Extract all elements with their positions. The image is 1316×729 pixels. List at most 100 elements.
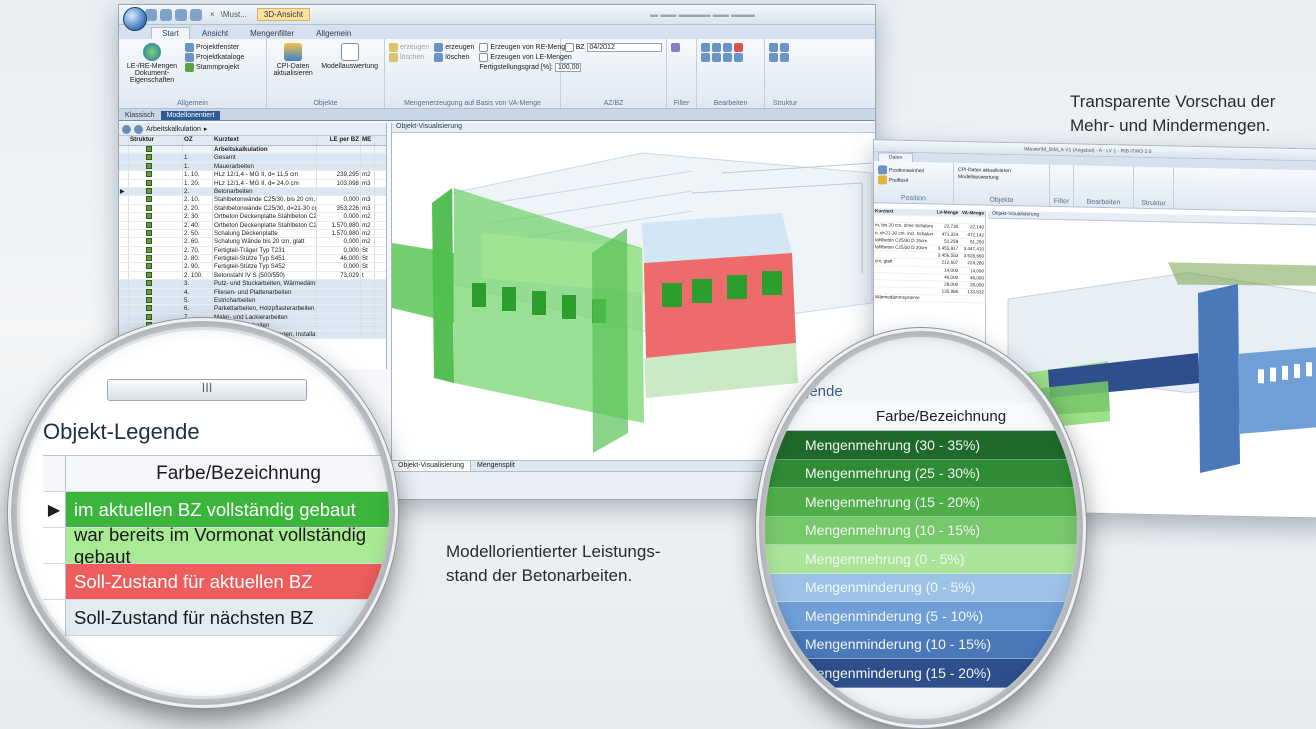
copy-icon[interactable] <box>701 43 710 52</box>
table-row[interactable]: 4. Fliesen- und Plattenarbeiten <box>119 288 386 298</box>
table-row[interactable]: 2. 60. Schalung Wände bis 20 cm, glatt 0,0… <box>119 238 386 247</box>
legend-row[interactable]: Mengenmehrung (10 - 15%) <box>765 516 1077 545</box>
legend-row[interactable]: Mengenmehrung (0 - 5%) <box>765 545 1077 574</box>
loeschen-button-1[interactable]: löschen <box>389 53 429 62</box>
table-row[interactable]: 6. Parkettarbeiten, Holzpflasterarbeiten <box>119 305 386 314</box>
application-menu-button[interactable] <box>123 7 147 31</box>
redo-icon[interactable] <box>175 8 187 21</box>
legend-row[interactable]: Soll-Zustand für nächsten BZ <box>43 600 389 636</box>
table-row[interactable]: 2. 20. Stahlbetonwände C25/30, d=21-30 cm… <box>119 204 386 214</box>
positionseinheit-button[interactable]: Positionseinheit <box>878 165 949 175</box>
scrollbar-thumb[interactable]: III <box>107 379 307 401</box>
delete-icon[interactable] <box>734 43 743 52</box>
legend-row[interactable]: Mengenminderung (5 - 10%) <box>765 602 1077 631</box>
car-icon[interactable] <box>712 53 721 62</box>
stammprojekt-button[interactable]: Stammprojekt <box>185 63 244 72</box>
projektkataloge-button[interactable]: Projektkataloge <box>185 53 244 62</box>
tree-node-icon[interactable] <box>146 280 152 287</box>
legend-row[interactable]: Mengenmehrung (15 - 20%) <box>765 488 1077 517</box>
tree-node-icon[interactable] <box>146 271 152 278</box>
settings-icon[interactable] <box>190 8 202 21</box>
tree-node-icon[interactable] <box>146 263 152 270</box>
context-tab-3d[interactable]: 3D-Ansicht <box>256 8 311 21</box>
tree-node-icon[interactable] <box>146 288 152 295</box>
tab-mengensplit[interactable]: Mengensplit <box>471 461 521 471</box>
tree-node-icon[interactable] <box>146 238 152 245</box>
legend-row[interactable]: Mengenmehrung (25 - 30%) <box>765 459 1077 488</box>
tree-node-icon[interactable] <box>146 246 152 253</box>
legend-row[interactable]: Mengenmehrung (30 - 35%) <box>765 431 1077 460</box>
tab-allgemein[interactable]: Allgemein <box>306 28 361 39</box>
erzeugen-button-2[interactable]: erzeugen <box>434 43 474 52</box>
up-icon[interactable] <box>769 53 778 62</box>
legend2-header[interactable]: Farbe/Bezeichnung <box>765 403 1077 431</box>
cpi-daten-button[interactable]: CPI-Daten aktualisieren <box>271 42 315 96</box>
table-row[interactable]: 2. 40. Ortbeton Deckenplatte Stahlbeton C… <box>119 221 386 230</box>
tree-node-icon[interactable] <box>146 229 152 236</box>
arrow-right-icon[interactable] <box>734 53 743 62</box>
table-row[interactable]: 7. Maler- und Lackierarbeiten <box>119 313 386 323</box>
table-row[interactable]: 2. 80. Fertigteil-Stütze Typ S451 46,000 St <box>119 255 386 264</box>
tab-ansicht[interactable]: Ansicht <box>192 28 238 39</box>
tab-objekt-visualisierung[interactable]: Objekt-Visualisierung <box>392 461 472 471</box>
table-row[interactable]: 2. 10. Stahlbetonwände C25/30, bis 20 cm,… <box>119 196 386 205</box>
bz-select[interactable]: 04/2012 <box>586 43 662 52</box>
tab-modellorientiert[interactable]: Modellorientiert <box>160 111 221 120</box>
tree-node-icon[interactable] <box>146 255 152 262</box>
cut-icon[interactable] <box>723 43 732 52</box>
legend-row[interactable]: war bereits im Vormonat vollständig geba… <box>43 524 389 567</box>
tree-node-icon[interactable] <box>146 297 152 304</box>
legend-row[interactable]: Mengenminderung (15 - 20%) <box>765 659 1077 688</box>
tab-start[interactable]: Start <box>151 27 190 39</box>
car-icon[interactable] <box>723 53 732 62</box>
modellauswertung-button-2[interactable]: Modellauswertung <box>958 174 1045 182</box>
paste-icon[interactable] <box>712 43 721 52</box>
legend-row[interactable]: Soll-Zustand für aktuellen BZ <box>43 564 389 600</box>
collapse-icon[interactable] <box>769 43 778 52</box>
car-icon[interactable] <box>701 53 710 62</box>
undo-icon[interactable] <box>160 8 172 21</box>
tree-node-icon[interactable] <box>146 313 152 320</box>
table-row[interactable]: 1. 10. HLz 12/1,4 - MG II, d= 11,5 cm 239,… <box>119 171 386 180</box>
legend-row[interactable]: Mengenminderung (10 - 15%) <box>765 630 1077 659</box>
legend-header[interactable]: Farbe/Bezeichnung <box>65 456 389 491</box>
tree-node-icon[interactable] <box>146 305 152 312</box>
back-icon[interactable] <box>122 124 131 134</box>
tree-node-icon[interactable] <box>146 187 152 194</box>
tab-mengenfilter[interactable]: Mengenfilter <box>240 28 304 39</box>
forward-icon[interactable] <box>134 124 143 134</box>
filter-button[interactable] <box>671 43 692 52</box>
projektfenster-button[interactable]: Projektfenster <box>185 43 244 52</box>
tree-node-icon[interactable] <box>146 154 152 161</box>
table-row[interactable]: 2. 100. Betonstahl IV S (500/550) 73,029 t <box>119 271 386 281</box>
legend-row[interactable]: Mengenminderung (0 - 5%) <box>765 573 1077 602</box>
table-row[interactable]: Wärmedämmsysteme <box>874 294 985 304</box>
tree-node-icon[interactable] <box>146 162 152 169</box>
tab-klassisch[interactable]: Klassisch <box>119 111 161 120</box>
tree-node-icon[interactable] <box>146 204 152 211</box>
preiflexit-button[interactable]: Preiflexit <box>878 175 949 185</box>
table-row[interactable]: 2. 70. Fertigteil-Träger Typ T231 0,000 St <box>119 246 386 256</box>
loeschen-button-2[interactable]: löschen <box>434 53 474 62</box>
erzeugen-button-1[interactable]: erzeugen <box>389 43 429 52</box>
table-row[interactable]: Arbeitskalkulation <box>119 146 386 155</box>
breadcrumb[interactable]: Arbeitskalkulation <box>146 126 201 133</box>
table-row[interactable]: 2. 90. Fertigteil-Stütze Typ S452 0,000 St <box>119 263 386 272</box>
table-row[interactable]: 1 Gesamt <box>119 154 386 163</box>
tree-node-icon[interactable] <box>146 179 152 186</box>
modellauswertung-button[interactable]: Modellauswertung <box>319 42 380 96</box>
tree-node-icon[interactable] <box>146 221 152 228</box>
table-row[interactable]: 1. Mauerarbeiten <box>119 162 386 172</box>
tree-node-icon[interactable] <box>146 171 152 178</box>
table-row[interactable]: 3.Putz- und Stuckarbeiten, Wärmedämmsyst <box>119 280 386 289</box>
table-row[interactable]: 2. 30. Ortbeton Deckenplatte Stahlbeton C… <box>119 213 386 222</box>
le-re-mengen-button[interactable]: LE-/RE-Mengen Dokument-Eigenschaften <box>123 42 181 96</box>
table-row[interactable]: 1. 20. HLz 12/1,4 - MG II, d= 24,0 cm 103,… <box>119 179 386 188</box>
table-row[interactable]: ▶ 2. Betonarbeiten <box>119 187 386 197</box>
table-row[interactable]: 5. Estricharbeiten <box>119 297 386 306</box>
tree-node-icon[interactable] <box>146 213 152 220</box>
close-doc-icon[interactable]: × <box>210 10 215 19</box>
tree-node-icon[interactable] <box>146 196 152 203</box>
down-icon[interactable] <box>780 53 789 62</box>
tree-node-icon[interactable] <box>146 146 152 152</box>
